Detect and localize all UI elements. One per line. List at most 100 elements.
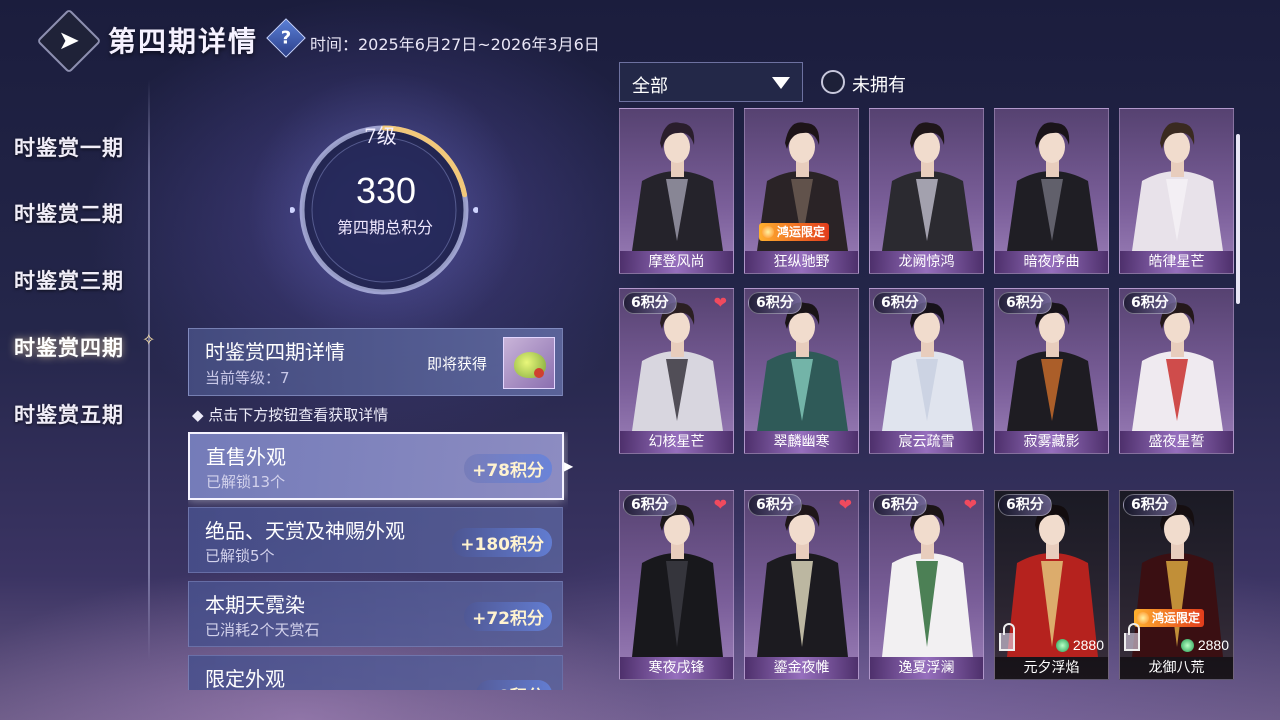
filter-value: 全部 [632, 76, 668, 97]
source-subtitle: 已解锁5个 [205, 547, 275, 565]
outfit-name: 幻核星芒 [620, 431, 733, 453]
outfit-card[interactable]: 翠麟幽寒 6积分 [744, 288, 859, 454]
outfit-name: 龙阙惊鸿 [870, 251, 983, 273]
not-owned-toggle[interactable] [821, 70, 845, 94]
upcoming-reward-label: 即将获得 [427, 355, 488, 373]
outfit-name: 摩登风尚 [620, 251, 733, 273]
price-value: 2880 [1197, 637, 1229, 653]
nav-item-period-4[interactable]: 时鉴赏四期 [14, 332, 124, 362]
nav-divider [148, 80, 150, 660]
outfit-portrait [1132, 122, 1223, 251]
source-points: +180积分 [452, 528, 552, 557]
outfit-points-badge: 6积分 [1123, 292, 1177, 314]
period-detail-card: 时鉴赏四期详情 当前等级：7 即将获得 [188, 328, 563, 396]
outfit-name: 元夕浮焰 [995, 657, 1108, 679]
lock-icon [1124, 623, 1140, 651]
page-title: 第四期详情 [108, 25, 259, 58]
currency-gem-icon [1055, 639, 1069, 652]
outfit-name: 寒夜戌锋 [620, 657, 733, 679]
source-title: 本期天霓染 [205, 593, 305, 617]
source-title: 直售外观 [206, 445, 286, 469]
price-value: 2880 [1072, 637, 1104, 653]
outfit-price: 2880 [1055, 637, 1104, 653]
source-points: +72积分 [464, 602, 552, 631]
outfit-points-badge: 6积分 [748, 292, 802, 314]
outfit-name: 宸云疏雪 [870, 431, 983, 453]
outfit-card[interactable]: 鎏金夜帷 6积分 ❤ [744, 490, 859, 680]
nav-item-period-3[interactable]: 时鉴赏三期 [14, 265, 124, 295]
source-title: 限定外观 [205, 667, 285, 690]
source-premium-outfits[interactable]: 绝品、天赏及神赐外观 已解锁5个 +180积分 [188, 507, 563, 573]
source-points: +0积分 [475, 680, 552, 690]
outfit-price: 2880 [1180, 637, 1229, 653]
lock-icon [999, 623, 1015, 651]
source-dye[interactable]: 本期天霓染 已消耗2个天赏石 +72积分 [188, 581, 563, 647]
dropdown-triangle-icon [772, 77, 790, 89]
nav-item-period-1[interactable]: 时鉴赏一期 [14, 132, 124, 162]
back-arrow-icon: ➤ [58, 26, 80, 56]
outfit-card[interactable]: 狂纵驰野 鸿运限定 [744, 108, 859, 274]
hint-text: ◆ 点击下方按钮查看获取详情 [192, 406, 389, 424]
current-level: 当前等级：7 [205, 369, 290, 387]
heart-icon[interactable]: ❤ [839, 495, 852, 514]
total-score-label: 第四期总积分 [336, 218, 433, 237]
nav-item-period-5[interactable]: 时鉴赏五期 [14, 399, 124, 429]
outfit-name: 狂纵驰野 [745, 251, 858, 273]
outfit-points-badge: 6积分 [623, 292, 677, 314]
outfit-card[interactable]: 逸夏浮澜 6积分 ❤ [869, 490, 984, 680]
outfit-portrait [882, 122, 973, 251]
outfit-name: 逸夏浮澜 [870, 657, 983, 679]
outfit-portrait [632, 122, 723, 251]
help-button[interactable]: ? [266, 18, 306, 58]
outfit-card[interactable]: 盛夜星誓 6积分 [1119, 288, 1234, 454]
outfit-card[interactable]: 暗夜序曲 [994, 108, 1109, 274]
outfit-name: 翠麟幽寒 [745, 431, 858, 453]
currency-gem-icon [1180, 639, 1194, 652]
source-list[interactable]: 直售外观 已解锁13个 +78积分 绝品、天赏及神赐外观 已解锁5个 +180积… [188, 432, 568, 690]
outfit-card[interactable]: 宸云疏雪 6积分 [869, 288, 984, 454]
detail-title: 时鉴赏四期详情 [205, 340, 345, 364]
outfit-points-badge: 6积分 [1123, 494, 1177, 516]
outfit-grid[interactable]: 摩登风尚 狂纵驰野 鸿运限定 龙阙惊鸿 暗夜序曲 皓律星芒 幻核星芒 6积分 ❤ 翠麟幽寒 6积分宸… [619, 108, 1239, 680]
not-owned-label: 未拥有 [852, 75, 906, 96]
source-subtitle: 已解锁13个 [206, 473, 286, 491]
source-subtitle: 已消耗2个天赏石 [205, 621, 320, 639]
outfit-name: 盛夜星誓 [1120, 431, 1233, 453]
outfit-portrait [1007, 122, 1098, 251]
outfit-name: 龙御八荒 [1120, 657, 1233, 679]
back-button[interactable]: ➤ [36, 8, 102, 74]
outfit-card[interactable]: 龙御八荒 6积分鸿运限定 2880 [1119, 490, 1234, 680]
grid-scrollbar[interactable] [1236, 134, 1240, 304]
active-nav-marker-icon: ✧ [142, 330, 156, 349]
source-direct-sale[interactable]: 直售外观 已解锁13个 +78积分 [188, 432, 564, 500]
outfit-name: 鎏金夜帷 [745, 657, 858, 679]
outfit-name: 皓律星芒 [1120, 251, 1233, 273]
selected-caret-icon: ▶ [564, 459, 574, 473]
outfit-points-badge: 6积分 [873, 292, 927, 314]
limited-tag: 鸿运限定 [1134, 609, 1205, 627]
outfit-card[interactable]: 幻核星芒 6积分 ❤ [619, 288, 734, 454]
category-filter-select[interactable]: 全部 [619, 62, 803, 102]
outfit-points-badge: 6积分 [748, 494, 802, 516]
outfit-name: 暗夜序曲 [995, 251, 1108, 273]
upcoming-reward-icon[interactable] [503, 337, 555, 389]
outfit-card[interactable]: 摩登风尚 [619, 108, 734, 274]
outfit-points-badge: 6积分 [623, 494, 677, 516]
outfit-card[interactable]: 皓律星芒 [1119, 108, 1234, 274]
outfit-card[interactable]: 元夕浮焰 6积分 2880 [994, 490, 1109, 680]
outfit-points-badge: 6积分 [998, 292, 1052, 314]
source-title: 绝品、天赏及神赐外观 [205, 519, 405, 543]
heart-icon[interactable]: ❤ [714, 293, 727, 312]
source-limited-outfits[interactable]: 限定外观 +0积分 [188, 655, 563, 690]
nav-item-period-2[interactable]: 时鉴赏二期 [14, 198, 124, 228]
heart-icon[interactable]: ❤ [714, 495, 727, 514]
outfit-points-badge: 6积分 [873, 494, 927, 516]
source-points: +78积分 [464, 454, 552, 483]
heart-icon[interactable]: ❤ [964, 495, 977, 514]
outfit-name: 寂雾藏影 [995, 431, 1108, 453]
outfit-card[interactable]: 寂雾藏影 6积分 [994, 288, 1109, 454]
level-label: 7级 [364, 124, 397, 148]
outfit-card[interactable]: 寒夜戌锋 6积分 ❤ [619, 490, 734, 680]
outfit-card[interactable]: 龙阙惊鸿 [869, 108, 984, 274]
event-period: 时间：2025年6月27日~2026年3月6日 [310, 35, 600, 54]
